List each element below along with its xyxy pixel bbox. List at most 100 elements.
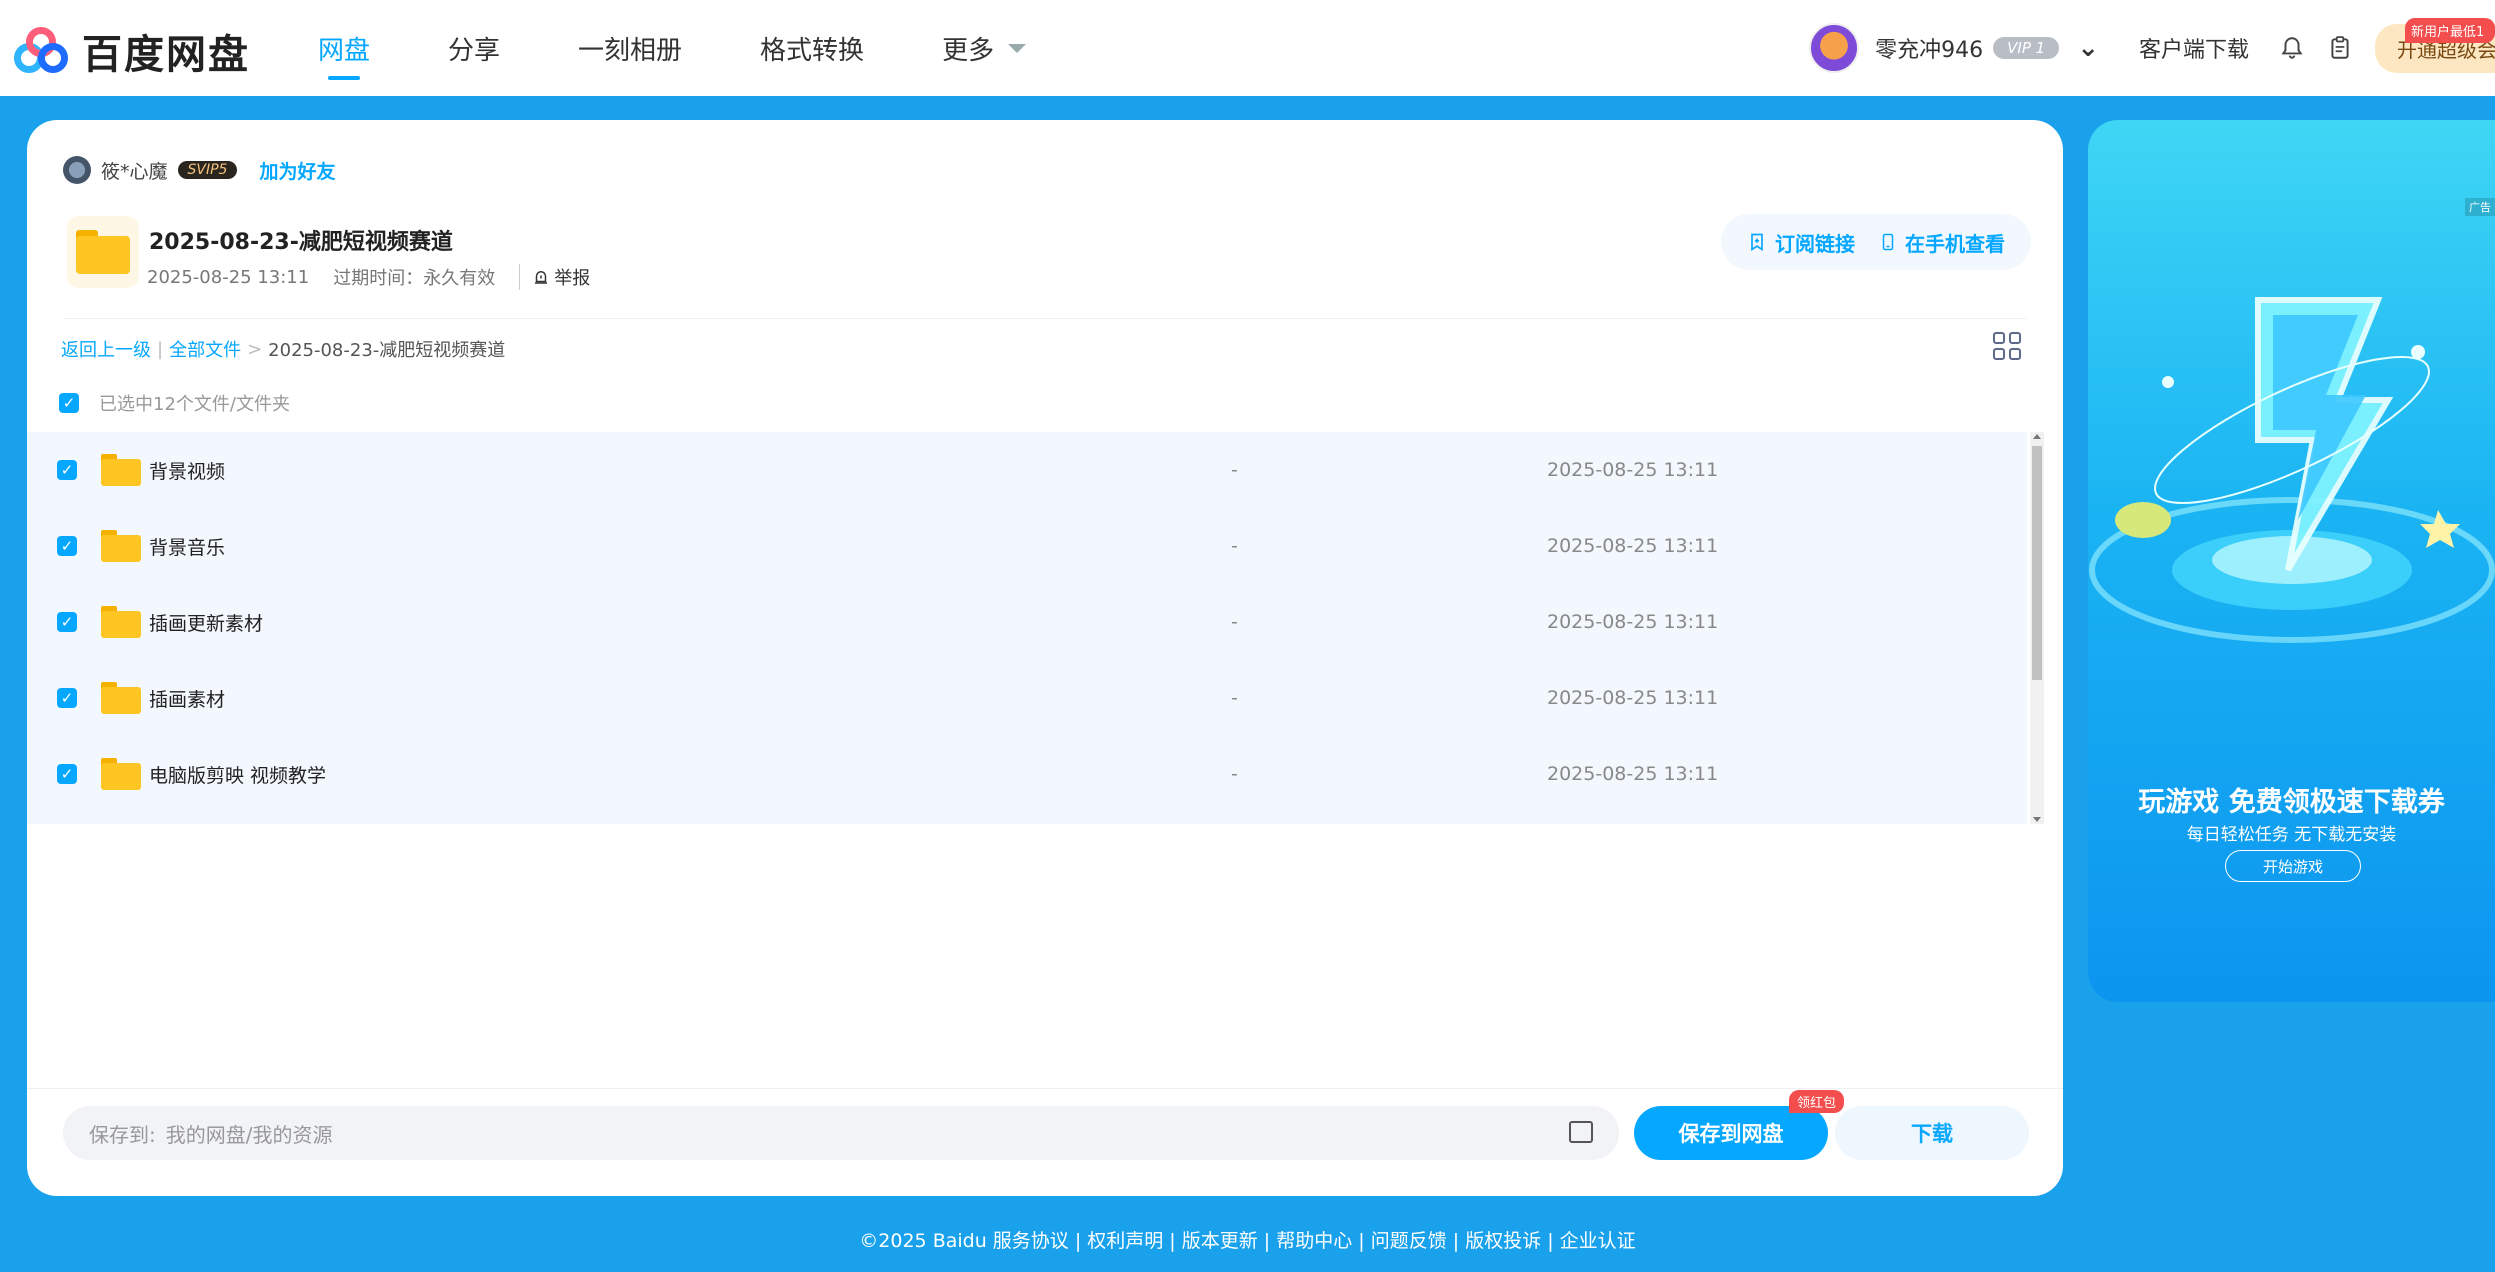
breadcrumb-all-files[interactable]: 全部文件 <box>169 336 241 362</box>
save-to-netdisk-button[interactable]: 保存到网盘 <box>1634 1106 1828 1160</box>
nav-album[interactable]: 一刻相册 <box>578 0 682 96</box>
ad-tag: 广告 <box>2465 198 2495 216</box>
page-footer: ©2025 Baidu 服务协议 | 权利声明 | 版本更新 | 帮助中心 | … <box>859 1230 1636 1252</box>
ad-title: 玩游戏 免费领极速下载券 <box>2138 787 2445 818</box>
share-created: 2025-08-25 13:11 <box>147 266 310 288</box>
user-area: 零充冲946 VIP 1 ⌄ 客户端下载 开通超级会员 <box>1809 22 2495 74</box>
chevron-down-icon[interactable]: ⌄ <box>2077 33 2099 63</box>
phone-icon <box>1882 233 1894 251</box>
breadcrumb-back[interactable]: 返回上一级 <box>61 336 151 362</box>
client-download-link[interactable]: 客户端下载 <box>2139 32 2249 64</box>
file-size: - <box>1231 763 1238 785</box>
caret-down-icon <box>1008 43 1027 53</box>
bell-icon[interactable] <box>2279 35 2305 61</box>
scroll-down-icon[interactable] <box>2033 817 2041 822</box>
breadcrumb-separator: > <box>247 338 263 360</box>
red-packet-badge: 领红包 <box>1789 1090 1845 1113</box>
file-name[interactable]: 背景视频 <box>149 457 225 484</box>
file-size: - <box>1231 687 1238 709</box>
view-on-phone-button[interactable]: 在手机查看 <box>1879 228 2005 257</box>
scroll-up-icon[interactable] <box>2033 434 2041 439</box>
nav-label: 更多 <box>942 35 995 66</box>
file-size: - <box>1231 611 1238 633</box>
file-date: 2025-08-25 13:11 <box>1547 535 1719 557</box>
file-row[interactable]: ✓ 插画更新素材 - 2025-08-25 13:11 <box>27 584 2027 660</box>
baidu-netdisk-logo[interactable]: 百度网盘 <box>12 22 250 80</box>
nav-label: 网盘 <box>318 35 371 66</box>
svip-badge: SVIP5 <box>177 161 238 179</box>
sharer-name: 筱*心魔 <box>101 160 168 183</box>
file-name[interactable]: 背景音乐 <box>149 533 225 560</box>
save-path-field[interactable]: 保存到: 我的网盘/我的资源 <box>63 1106 1619 1160</box>
row-checkbox[interactable]: ✓ <box>57 688 77 708</box>
top-header: 百度网盘 网盘 分享 一刻相册 格式转换 更多 零充冲946 VIP 1 ⌄ 客… <box>0 0 2495 96</box>
nav-netdisk[interactable]: 网盘 <box>318 0 370 96</box>
new-user-tag: 新用户最低1 <box>2405 18 2495 43</box>
main-nav: 网盘 分享 一刻相册 格式转换 更多 <box>318 0 1104 96</box>
row-checkbox[interactable]: ✓ <box>57 460 77 480</box>
breadcrumb: 返回上一级 | 全部文件 > 2025-08-23-减肥短视频赛道 <box>61 336 505 362</box>
file-date: 2025-08-25 13:11 <box>1547 763 1719 785</box>
file-row[interactable]: ✓ 背景音乐 - 2025-08-25 13:11 <box>27 508 2027 584</box>
sharer-avatar[interactable] <box>63 156 91 184</box>
row-checkbox[interactable]: ✓ <box>57 536 77 556</box>
ad-subtitle: 每日轻松任务 无下载无安装 <box>2186 825 2397 845</box>
add-friend-link[interactable]: 加为好友 <box>259 157 335 184</box>
subscribe-link-button[interactable]: 订阅链接 <box>1747 228 1855 257</box>
file-name[interactable]: 插画更新素材 <box>149 609 263 636</box>
grid-view-icon[interactable] <box>1993 332 2021 360</box>
scrollbar[interactable] <box>2030 432 2044 824</box>
file-row[interactable]: ✓ 背景视频 - 2025-08-25 13:11 <box>27 432 2027 508</box>
scroll-thumb[interactable] <box>2032 446 2042 680</box>
breadcrumb-current: 2025-08-23-减肥短视频赛道 <box>268 340 506 361</box>
folder-icon <box>101 606 141 638</box>
folder-icon <box>101 682 141 714</box>
row-checkbox[interactable]: ✓ <box>57 764 77 784</box>
folder-icon <box>101 758 141 790</box>
file-date: 2025-08-25 13:11 <box>1547 459 1719 481</box>
ad-start-game-button[interactable]: 开始游戏 <box>2225 850 2361 882</box>
folder-icon <box>101 530 141 562</box>
folder-picker-icon[interactable] <box>1569 1121 1593 1143</box>
logo-icon <box>12 25 68 77</box>
download-button[interactable]: 下载 <box>1835 1106 2029 1160</box>
select-all-checkbox[interactable]: ✓ <box>59 393 79 413</box>
save-path-prefix: 保存到: <box>89 1122 156 1147</box>
file-date: 2025-08-25 13:11 <box>1547 611 1719 633</box>
share-title: 2025-08-23-减肥短视频赛道 <box>149 230 453 255</box>
file-name[interactable]: 插画素材 <box>149 685 225 712</box>
ad-banner[interactable]: 广告 玩游戏 免费领极速下载券 每日轻松任务 无下载无安装 开始游戏 <box>2088 120 2495 1002</box>
report-label: 举报 <box>554 268 591 289</box>
folder-icon <box>101 454 141 486</box>
alarm-icon <box>535 271 548 284</box>
file-list: ✓ 背景视频 - 2025-08-25 13:11 ✓ 背景音乐 - 2025-08-25 1… <box>27 432 2027 824</box>
nav-format-convert[interactable]: 格式转换 <box>760 0 864 96</box>
subscribe-label: 订阅链接 <box>1775 231 1855 256</box>
file-row[interactable]: ✓ 电脑版剪映 视频教学 - 2025-08-25 13:11 <box>27 736 2027 812</box>
folder-icon <box>67 216 139 288</box>
lightning-game-illustration <box>2089 297 2495 643</box>
clipboard-icon[interactable] <box>2327 35 2353 61</box>
share-card: 筱*心魔 SVIP5 加为好友 2025-08-23-减肥短视频赛道 2025-… <box>27 120 2063 1196</box>
nav-more[interactable]: 更多 <box>942 0 1027 96</box>
file-date: 2025-08-25 13:11 <box>1547 687 1719 709</box>
share-expiry: 过期时间：永久有效 <box>333 268 496 289</box>
username[interactable]: 零充冲946 <box>1875 32 1983 64</box>
file-row[interactable]: ✓手机版剪映 视频教学-2025-08-25 13:11 <box>27 812 2027 824</box>
nav-label: 格式转换 <box>760 35 865 66</box>
user-avatar[interactable] <box>1809 23 1860 73</box>
file-name[interactable]: 电脑版剪映 视频教学 <box>149 761 326 788</box>
file-size: - <box>1231 459 1238 481</box>
view-on-phone-label: 在手机查看 <box>1905 231 2005 256</box>
select-all-row: ✓ 已选中12个文件/文件夹 <box>59 390 290 416</box>
bookmark-plus-icon <box>1751 233 1763 252</box>
file-row[interactable]: ✓ 插画素材 - 2025-08-25 13:11 <box>27 660 2027 736</box>
breadcrumb-divider: | <box>157 338 164 360</box>
save-path-value: 我的网盘/我的资源 <box>165 1122 333 1147</box>
divider <box>27 1088 2063 1089</box>
report-link[interactable]: 举报 <box>519 264 590 290</box>
nav-label: 一刻相册 <box>578 35 683 66</box>
nav-share[interactable]: 分享 <box>448 0 500 96</box>
row-checkbox[interactable]: ✓ <box>57 612 77 632</box>
selection-count: 已选中12个文件/文件夹 <box>99 394 290 415</box>
